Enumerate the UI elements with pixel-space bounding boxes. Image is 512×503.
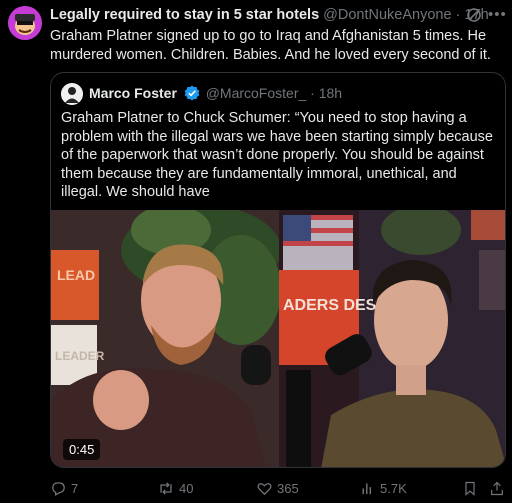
author-display-name[interactable]: Legally required to stay in 5 star hotel…	[50, 7, 319, 23]
quote-display-name[interactable]: Marco Foster	[89, 85, 177, 101]
reply-icon	[50, 480, 67, 497]
views-count: 5.7K	[380, 480, 407, 496]
quote-text: Graham Platner to Chuck Schumer: “You ne…	[61, 110, 493, 200]
sign-left-top: LEAD	[57, 267, 95, 283]
tweet-header: Legally required to stay in 5 star hotel…	[50, 7, 506, 27]
share-icon	[489, 480, 505, 497]
video-player[interactable]: LEAD LEADER ADERS DESERVE 0:45	[51, 210, 505, 467]
quote-separator-dot: ·	[310, 85, 315, 101]
author-handle[interactable]: @DontNukeAnyone	[323, 7, 451, 23]
repost-count: 40	[179, 480, 194, 496]
more-icon[interactable]: •••	[488, 6, 507, 23]
like-action[interactable]: 365	[256, 478, 299, 498]
sign-left-bottom: LEADER	[55, 349, 105, 363]
share-action[interactable]	[489, 478, 505, 498]
repost-icon	[157, 480, 175, 497]
author-avatar[interactable]	[8, 6, 42, 40]
tweet-actions: 7 40 365 5.7K	[50, 478, 506, 498]
views-icon	[359, 480, 376, 497]
like-count: 365	[277, 480, 299, 496]
repost-action[interactable]: 40	[157, 478, 193, 498]
bookmark-icon	[462, 480, 478, 497]
video-duration: 0:45	[63, 439, 101, 460]
reply-count: 7	[71, 480, 79, 496]
quote-header: Marco Foster @MarcoFoster_ · 18h	[89, 85, 342, 105]
quote-handle[interactable]: @MarcoFoster_	[206, 85, 307, 101]
tweet-text: Graham Platner signed up to go to Iraq a…	[50, 28, 491, 63]
bookmark-action[interactable]	[462, 478, 478, 498]
quote-author-avatar[interactable]	[61, 83, 83, 105]
reply-action[interactable]: 7	[50, 478, 78, 498]
quote-time[interactable]: 18h	[319, 85, 342, 101]
verified-badge-icon	[184, 85, 200, 104]
like-icon	[256, 480, 273, 497]
separator-dot: ·	[455, 7, 461, 23]
views-action[interactable]: 5.7K	[359, 478, 407, 498]
grok-icon[interactable]	[466, 7, 482, 28]
quoted-tweet-card[interactable]: Marco Foster @MarcoFoster_ · 18h Graham …	[50, 72, 506, 468]
